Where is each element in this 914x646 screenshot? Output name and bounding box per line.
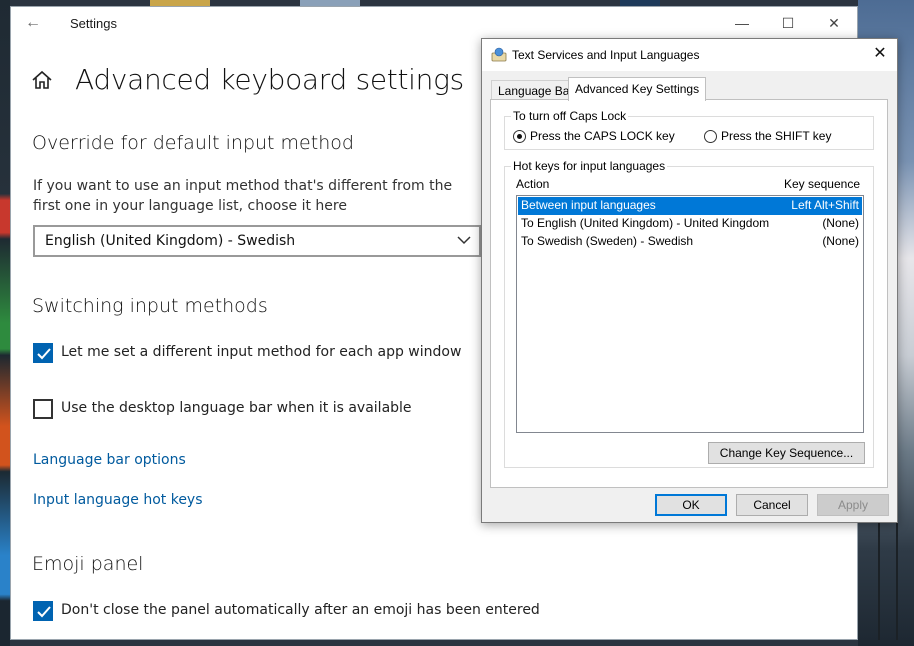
checkbox-language-bar[interactable] xyxy=(33,399,53,419)
apply-button[interactable]: Apply xyxy=(817,494,889,516)
hotkeys-list[interactable]: Between input languages Left Alt+Shift T… xyxy=(516,195,864,433)
tab-panel: To turn off Caps Lock Press the CAPS LOC… xyxy=(490,99,888,488)
checkbox-label: Use the desktop language bar when it is … xyxy=(61,400,412,416)
home-icon[interactable] xyxy=(31,69,53,91)
group-label: To turn off Caps Lock xyxy=(511,109,629,123)
override-description: If you want to use an input method that'… xyxy=(33,178,453,214)
radio-label: Press the SHIFT key xyxy=(721,129,832,143)
keyboard-language-icon xyxy=(491,47,507,62)
back-arrow-icon[interactable]: ← xyxy=(25,15,41,31)
list-item-key: (None) xyxy=(822,216,859,230)
close-button[interactable]: ✕ xyxy=(811,9,857,37)
checkbox-emoji-panel[interactable] xyxy=(33,601,53,621)
page-title: Advanced keyboard settings xyxy=(75,63,464,96)
caps-lock-group: To turn off Caps Lock Press the CAPS LOC… xyxy=(504,109,874,150)
text-services-dialog: Text Services and Input Languages ✕ Lang… xyxy=(481,38,898,523)
settings-titlebar: ← Settings — ☐ ✕ xyxy=(11,7,857,39)
section-heading-emoji: Emoji panel xyxy=(32,553,144,575)
tab-advanced-key-settings[interactable]: Advanced Key Settings xyxy=(568,77,707,101)
ok-button[interactable]: OK xyxy=(655,494,727,516)
hotkeys-group: Hot keys for input languages Action Key … xyxy=(504,159,874,468)
checkbox-label: Let me set a different input method for … xyxy=(61,344,462,360)
language-bar-options-link[interactable]: Language bar options xyxy=(33,452,186,468)
list-item[interactable]: To English (United Kingdom) - United Kin… xyxy=(518,215,862,233)
dialog-close-button[interactable]: ✕ xyxy=(867,42,893,66)
input-language-hot-keys-link[interactable]: Input language hot keys xyxy=(33,492,203,508)
window-title: Settings xyxy=(70,16,117,31)
list-item-action: Between input languages xyxy=(521,198,656,212)
radio-button[interactable] xyxy=(704,130,717,143)
radio-button[interactable] xyxy=(513,130,526,143)
radio-label: Press the CAPS LOCK key xyxy=(530,129,675,143)
checkbox-per-app[interactable] xyxy=(33,343,53,363)
dialog-titlebar: Text Services and Input Languages ✕ xyxy=(482,39,897,71)
dialog-title: Text Services and Input Languages xyxy=(512,48,700,62)
maximize-button[interactable]: ☐ xyxy=(765,9,811,37)
section-heading-switching: Switching input methods xyxy=(32,295,268,317)
list-item[interactable]: Between input languages Left Alt+Shift xyxy=(518,197,862,215)
dropdown-value: English (United Kingdom) - Swedish xyxy=(45,233,296,249)
chevron-down-icon xyxy=(457,236,471,245)
input-method-dropdown[interactable]: English (United Kingdom) - Swedish xyxy=(33,225,481,257)
minimize-button[interactable]: — xyxy=(719,9,765,37)
list-item-key: Left Alt+Shift xyxy=(791,198,859,212)
cancel-button[interactable]: Cancel xyxy=(736,494,808,516)
section-heading-override: Override for default input method xyxy=(32,132,354,154)
tab-language-bar[interactable]: Language Bar xyxy=(491,80,581,100)
list-item[interactable]: To Swedish (Sweden) - Swedish (None) xyxy=(518,233,862,251)
list-item-key: (None) xyxy=(822,234,859,248)
column-header-key-sequence: Key sequence xyxy=(783,177,860,191)
list-item-action: To Swedish (Sweden) - Swedish xyxy=(521,234,694,248)
desktop-left-strip xyxy=(0,0,10,646)
checkbox-label: Don't close the panel automatically afte… xyxy=(61,602,540,618)
change-key-sequence-button[interactable]: Change Key Sequence... xyxy=(708,442,865,464)
column-header-action: Action xyxy=(516,177,550,191)
list-item-action: To English (United Kingdom) - United Kin… xyxy=(521,216,770,230)
group-label: Hot keys for input languages xyxy=(511,159,668,173)
